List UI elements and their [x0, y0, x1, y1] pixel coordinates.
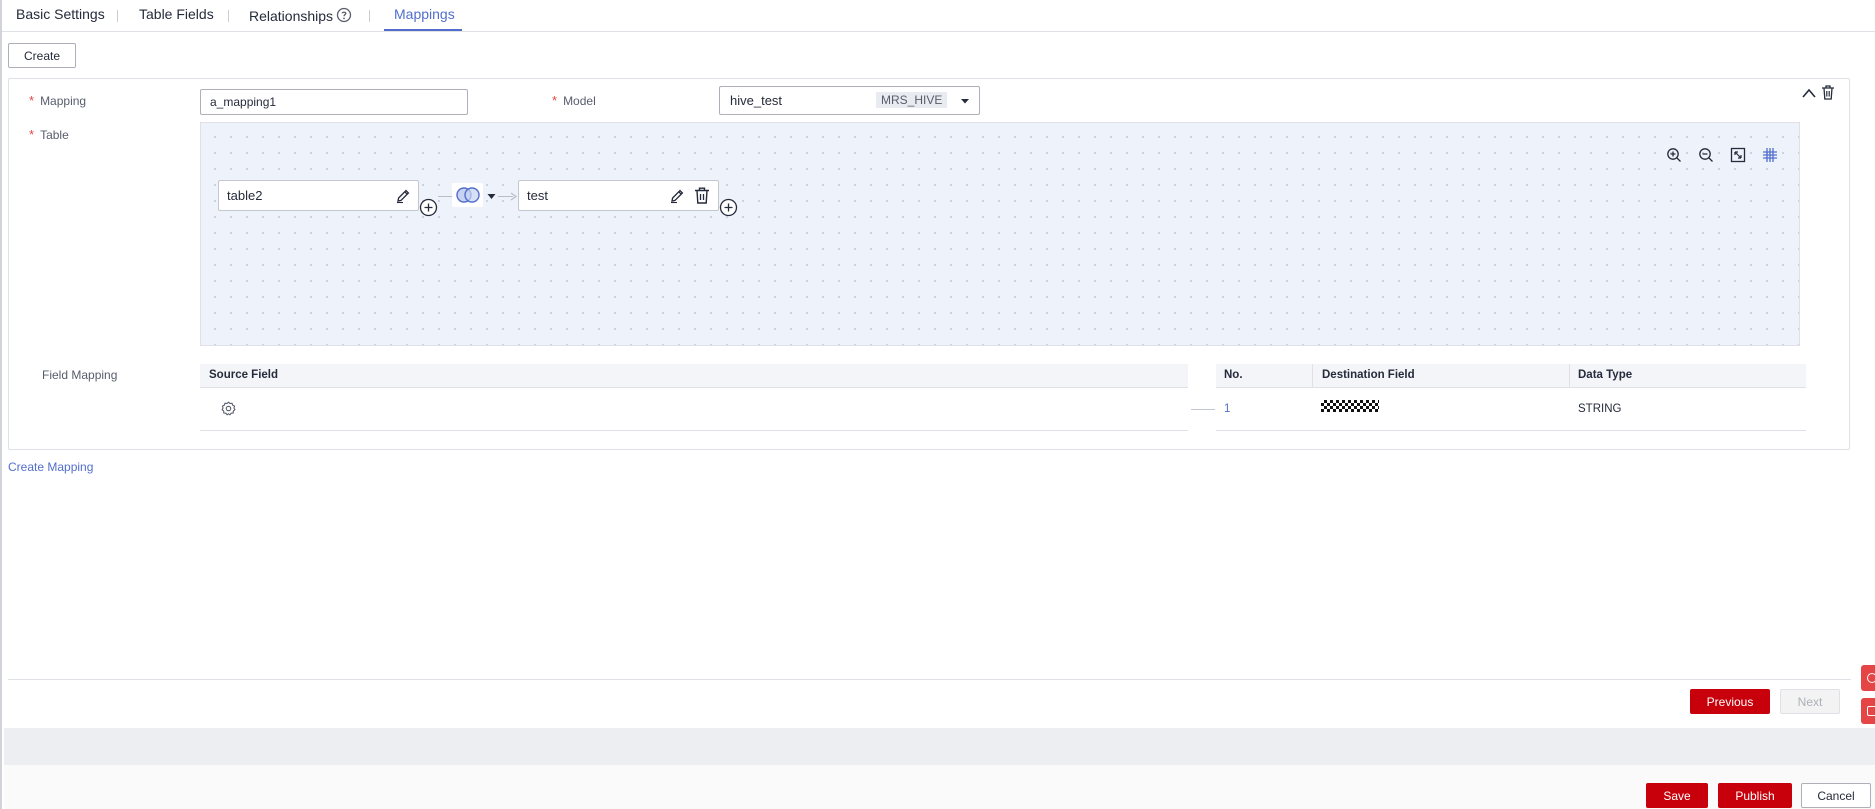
data-type-header: Data Type: [1578, 369, 1633, 381]
zoom-out-icon[interactable]: [1698, 147, 1714, 163]
divider: [8, 679, 1851, 680]
no-header: No.: [1224, 369, 1243, 381]
delete-icon[interactable]: [1821, 85, 1835, 100]
chevron-down-icon: [961, 99, 969, 104]
model-select-value: hive_test: [730, 93, 783, 108]
tab-divider: [117, 10, 118, 22]
join-icon[interactable]: [454, 186, 482, 204]
source-table-node[interactable]: table2: [218, 180, 419, 211]
source-field-header-row: Source Field: [200, 364, 1188, 388]
publish-button[interactable]: Publish: [1718, 783, 1792, 808]
edit-icon[interactable]: [669, 188, 685, 204]
row-number[interactable]: 1: [1224, 403, 1230, 415]
join-type-box[interactable]: [452, 183, 483, 207]
model-label-text: Model: [563, 94, 596, 108]
previous-button[interactable]: Previous: [1690, 689, 1770, 714]
source-field-header: Source Field: [209, 369, 279, 381]
mapping-label-text: Mapping: [40, 94, 87, 108]
field-mapping-label: Field Mapping: [42, 368, 118, 382]
tab-basic-settings[interactable]: Basic Settings: [16, 6, 105, 22]
create-button[interactable]: Create: [8, 43, 76, 68]
field-link-line: [1191, 409, 1215, 410]
mapping-label: * Mapping: [29, 93, 87, 108]
destination-field-row: 1 STRING: [1216, 388, 1806, 431]
table-label: * Table: [29, 127, 69, 142]
help-icon[interactable]: [336, 7, 352, 23]
grid-icon[interactable]: [1762, 147, 1778, 163]
destination-table-node[interactable]: test: [518, 180, 719, 211]
content-bottom-band: [4, 728, 1875, 765]
tab-bar: Basic Settings Table Fields Relationship…: [2, 0, 1875, 32]
zoom-in-icon[interactable]: [1666, 147, 1682, 163]
destination-field-name-redacted: [1321, 400, 1379, 412]
next-button[interactable]: Next: [1780, 689, 1840, 714]
table-canvas[interactable]: table2 test: [200, 122, 1800, 346]
add-icon[interactable]: [719, 198, 738, 217]
tab-divider: [369, 10, 370, 22]
floating-feedback-button[interactable]: [1861, 698, 1875, 724]
footer-bar: Save Publish Cancel: [4, 765, 1875, 809]
create-mapping-link[interactable]: Create Mapping: [8, 460, 93, 474]
cancel-button[interactable]: Cancel: [1801, 783, 1871, 808]
destination-table-name: test: [527, 188, 548, 203]
column-divider: [1569, 364, 1570, 388]
active-tab-indicator: [384, 29, 462, 31]
add-icon[interactable]: [419, 198, 438, 217]
edit-icon[interactable]: [395, 188, 411, 204]
settings-icon[interactable]: [221, 401, 236, 416]
tab-relationships[interactable]: Relationships: [249, 8, 333, 24]
fit-screen-icon[interactable]: [1730, 147, 1746, 163]
collapse-icon[interactable]: [1801, 86, 1817, 100]
chevron-down-icon[interactable]: [487, 193, 496, 200]
floating-help-button[interactable]: [1861, 665, 1875, 691]
column-divider: [1312, 364, 1313, 388]
save-button[interactable]: Save: [1646, 783, 1708, 808]
data-type-value: STRING: [1578, 403, 1622, 415]
source-field-row: [200, 388, 1188, 431]
tab-mappings[interactable]: Mappings: [394, 6, 455, 22]
mapping-name-input[interactable]: a_mapping1: [200, 89, 468, 115]
arrow-right-icon: [510, 192, 518, 201]
model-type-tag: MRS_HIVE: [876, 92, 948, 108]
delete-icon[interactable]: [694, 187, 710, 204]
source-table-name: table2: [227, 188, 263, 203]
destination-field-header: Destination Field: [1322, 369, 1415, 381]
tab-table-fields[interactable]: Table Fields: [139, 6, 214, 22]
connector-line: [438, 196, 452, 197]
model-label: * Model: [552, 93, 596, 108]
table-label-text: Table: [40, 128, 69, 142]
page: Basic Settings Table Fields Relationship…: [0, 0, 1875, 809]
mapping-card: * Mapping a_mapping1 * Model hive_test MRS…: [8, 78, 1850, 450]
tab-divider: [228, 10, 229, 22]
destination-field-header-row: No. Destination Field Data Type: [1216, 364, 1806, 388]
model-select[interactable]: hive_test MRS_HIVE: [719, 86, 980, 115]
